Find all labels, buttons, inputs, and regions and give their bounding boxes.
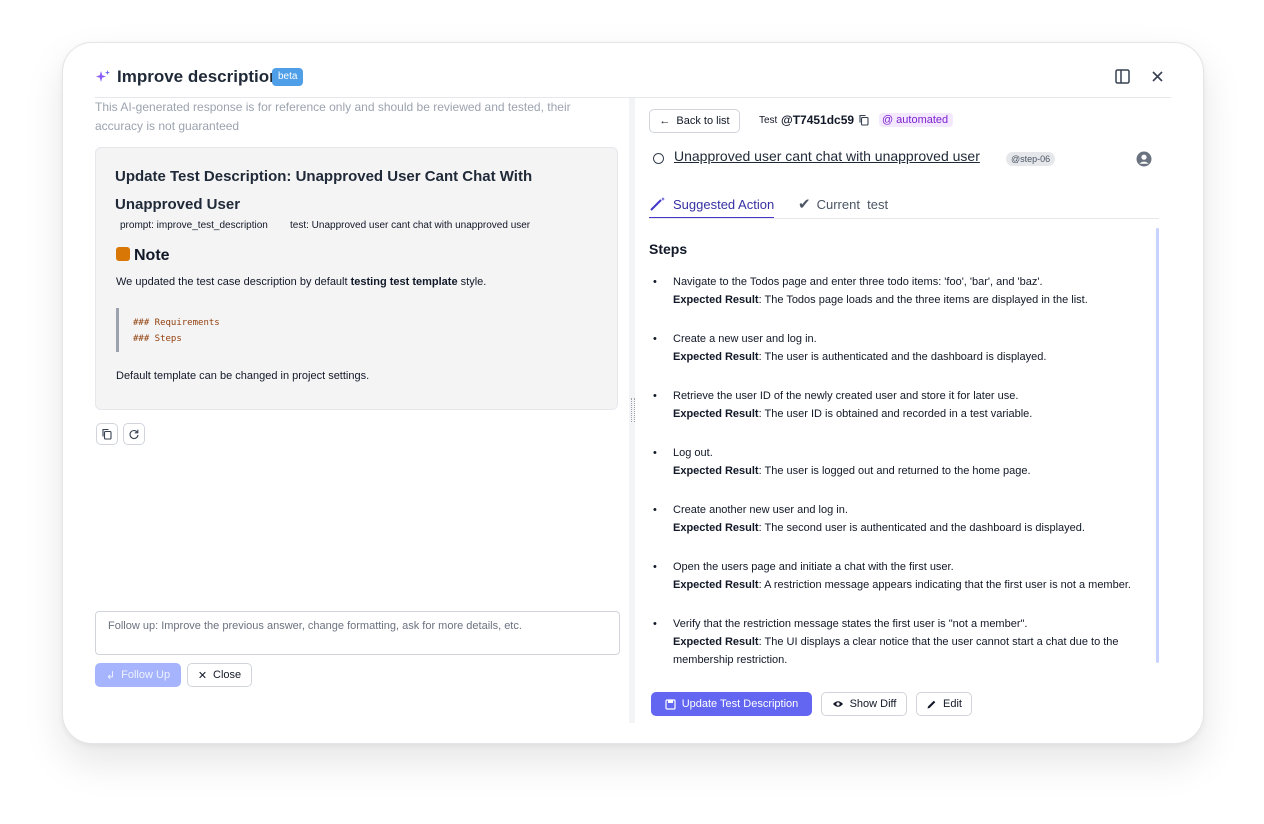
meta-test: test: Unapproved user cant chat with una… [290,220,531,231]
follow-up-label: Follow Up [121,669,171,681]
copy-id-icon[interactable] [858,114,870,126]
magic-wand-icon [650,197,665,211]
step-item: Open the users page and initiate a chat … [653,558,1153,594]
ai-disclaimer: This AI-generated response is for refere… [95,100,571,133]
test-id: @T7451dc59 [781,113,855,127]
step-item: Verify that the restriction message stat… [653,615,1153,669]
note-heading-text: Note [134,247,170,264]
quote-line: ### Requirements [133,318,220,328]
expected-result-text: : The user is logged out and returned to… [758,465,1031,477]
arrow-left-icon: ← [659,115,671,127]
expected-result-text: : A restriction message appears indicati… [758,579,1131,591]
template-quote: ### Requirements ### Steps [116,308,579,352]
copy-button[interactable] [96,423,118,445]
tab-suggested-action[interactable]: Suggested Action [649,191,775,219]
note-text-post: style. [457,276,487,288]
test-title-link[interactable]: Unapproved user cant chat with unapprove… [674,148,980,164]
card-footer-text: Default template can be changed in proje… [116,370,370,382]
expected-result-label: Expected Result [673,579,759,591]
update-test-description-button[interactable]: Update Test Description [651,692,812,716]
refresh-icon [129,429,139,439]
status-circle-icon [653,153,664,164]
pane-resizer[interactable] [629,98,635,723]
close-label: Close [213,669,242,681]
automated-badge: @ automated [879,113,954,127]
expected-result-text: : The Todos page loads and the three ite… [758,294,1088,306]
copy-icon [102,428,112,440]
checkmark-icon: ✔ [798,196,811,213]
update-label: Update Test Description [681,698,799,710]
expected-result-label: Expected Result [673,636,759,648]
note-paragraph: We updated the test case description by … [116,276,486,288]
step-item: Navigate to the Todos page and enter thr… [653,273,1153,309]
expected-result-label: Expected Result [673,522,759,534]
step-action: Create another new user and log in. [673,504,848,516]
back-to-list-label: Back to list [676,115,730,127]
beta-badge: beta [272,68,304,86]
regenerate-button[interactable] [123,423,145,445]
quote-line: ### Steps [133,334,182,344]
follow-up-button[interactable]: ↲ Follow Up [95,663,181,687]
steps-heading: Steps [649,241,688,257]
tab-current-test[interactable]: ✔ Current test [798,191,888,217]
tab-underline [649,218,1159,219]
modal-title: Improve description [117,67,280,86]
resize-grip-icon [631,398,635,422]
step-badge: @step-06 [1006,152,1056,166]
test-label: Test [759,115,778,126]
expected-result-label: Expected Result [673,351,759,363]
automated-label: automated [896,114,949,126]
step-item: Log out. Expected Result: The user is log… [653,444,1153,480]
pencil-icon [927,700,936,708]
note-heading: Note [116,245,170,267]
note-text-bold: testing test template [350,276,458,288]
expected-result-text: : The user ID is obtained and recorded i… [758,408,1033,420]
expected-result-text: : The user is authenticated and the dash… [758,351,1047,363]
user-avatar-icon[interactable] [1136,151,1152,167]
steps-list: Navigate to the Todos page and enter thr… [653,273,1153,690]
expected-result-text: : The second user is authenticated and t… [758,522,1085,534]
improve-description-modal: Improve description beta This AI-generat… [62,42,1204,744]
edit-button[interactable]: Edit [916,692,972,716]
sparkle-icon [96,70,110,82]
panel-toggle-icon[interactable] [1113,67,1133,87]
show-diff-label: Show Diff [849,698,897,710]
expected-result-label: Expected Result [673,408,759,420]
note-text-pre: We updated the test case description by … [116,276,351,288]
step-action: Navigate to the Todos page and enter thr… [673,276,1043,288]
expected-result-label: Expected Result [673,294,759,306]
tab-current-label: Current test [816,196,889,212]
step-item: Create a new user and log in. Expected Re… [653,330,1153,366]
step-item: Retrieve the user ID of the newly create… [653,387,1153,423]
meta-prompt: prompt: improve_test_description [120,220,268,231]
edit-label: Edit [943,698,962,710]
expected-result-label: Expected Result [673,465,759,477]
eye-icon [832,701,843,707]
step-action: Create a new user and log in. [673,333,817,345]
at-icon: @ [882,114,894,126]
save-icon [665,698,676,710]
back-to-list-button[interactable]: ← Back to list [649,109,740,133]
close-button[interactable]: ✕ Close [187,663,252,687]
step-action: Retrieve the user ID of the newly create… [673,390,1019,402]
tab-suggested-label: Suggested Action [673,196,775,212]
show-diff-button[interactable]: Show Diff [821,692,907,716]
follow-up-placeholder: Follow up: Improve the previous answer, … [108,620,522,632]
return-icon: ↲ [105,669,116,682]
follow-up-input[interactable]: Follow up: Improve the previous answer, … [95,611,620,655]
step-action: Verify that the restriction message stat… [673,618,1028,630]
ai-response-card: Update Test Description: Unapproved User… [95,147,618,410]
step-action: Log out. [673,447,713,459]
steps-scrollbar[interactable] [1156,228,1159,663]
step-item: Create another new user and log in. Expec… [653,501,1153,537]
note-emoji-icon [116,247,130,261]
step-action: Open the users page and initiate a chat … [673,561,954,573]
modal-header: Improve description beta [95,65,1171,97]
response-title: Update Test Description: Unapproved User… [115,168,533,213]
close-icon[interactable] [1148,67,1168,87]
x-icon: ✕ [197,669,208,682]
